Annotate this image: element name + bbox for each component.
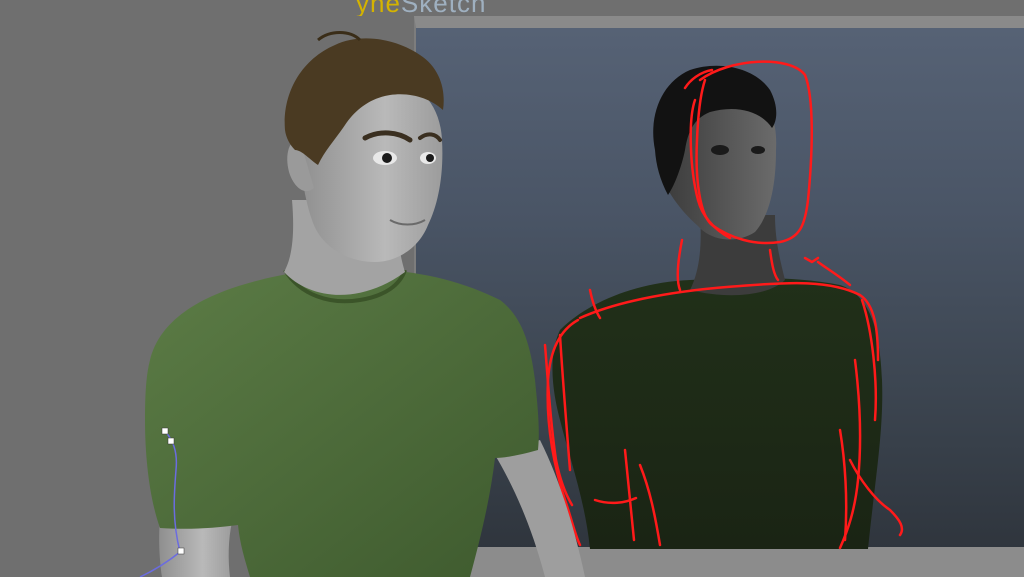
reference-shirt [552, 277, 883, 549]
3d-viewport[interactable]: yneSketch [0, 0, 1024, 577]
main-character [145, 31, 585, 577]
rig-control-point [177, 547, 185, 555]
reference-character [552, 65, 883, 549]
rig-control-point [161, 427, 169, 435]
rig-control-point [167, 437, 175, 445]
scene-render [139, 31, 904, 577]
